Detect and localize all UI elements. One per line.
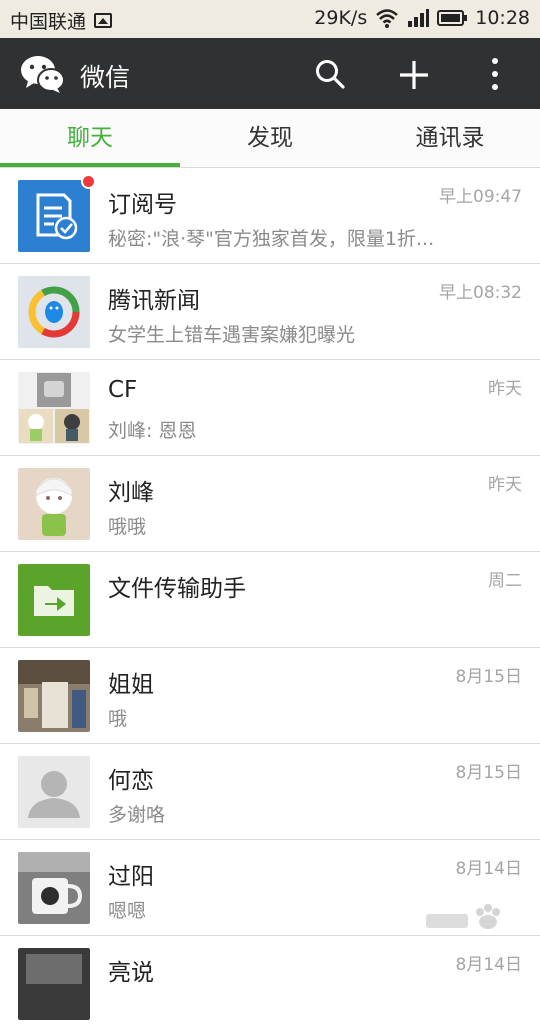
tab-chats[interactable]: 聊天 <box>0 109 180 167</box>
chat-row[interactable]: 订阅号 秘密:"浪·琴"官方独家首发，限量1折... 早上09:47 <box>0 168 540 264</box>
tab-bar: 聊天 发现 通讯录 <box>0 109 540 168</box>
chat-row[interactable]: 亮说 8月14日 <box>0 936 540 1032</box>
user-avatar <box>18 660 90 732</box>
search-icon[interactable] <box>314 58 346 90</box>
carrier-label: 中国联通 <box>10 11 87 33</box>
chat-row[interactable]: 刘峰 哦哦 昨天 <box>0 456 540 552</box>
chat-time: 8月14日 <box>455 859 522 879</box>
chat-preview: 哦哦 <box>108 516 147 538</box>
chat-preview: 女学生上错车遇害案嫌犯曝光 <box>108 324 356 346</box>
chat-time: 8月15日 <box>455 667 522 687</box>
plus-icon[interactable] <box>396 57 432 93</box>
group-avatar <box>18 372 90 444</box>
chat-preview: 秘密:"浪·琴"官方独家首发，限量1折... <box>108 228 435 250</box>
chat-name: 订阅号 <box>108 192 177 218</box>
battery-icon <box>437 10 468 26</box>
user-avatar <box>18 468 90 540</box>
user-avatar <box>18 948 90 1020</box>
chat-name: 何恋 <box>108 768 154 794</box>
chat-row[interactable]: 姐姐 哦 8月15日 <box>0 648 540 744</box>
tab-contacts[interactable]: 通讯录 <box>360 109 540 167</box>
app-title: 微信 <box>80 63 131 92</box>
subscription-account-icon <box>18 180 90 252</box>
chat-name: CF <box>108 377 138 403</box>
chat-preview: 刘峰: 恩恩 <box>108 420 197 442</box>
file-transfer-icon <box>18 564 90 636</box>
network-speed: 29K/s <box>314 7 368 29</box>
chat-row[interactable]: 何恋 多谢咯 8月15日 <box>0 744 540 840</box>
more-icon[interactable] <box>485 56 505 92</box>
tab-discover[interactable]: 发现 <box>180 109 360 167</box>
chat-preview: 多谢咯 <box>108 804 166 826</box>
chat-row[interactable]: 腾讯新闻 女学生上错车遇害案嫌犯曝光 早上08:32 <box>0 264 540 360</box>
chat-preview: 哦 <box>108 708 128 730</box>
chat-row[interactable]: CF 刘峰: 恩恩 昨天 <box>0 360 540 456</box>
image-notification-icon <box>94 13 113 28</box>
chat-name: 姐姐 <box>108 672 154 698</box>
chat-time: 8月15日 <box>455 763 522 783</box>
wechat-logo <box>21 56 65 93</box>
chat-time: 早上09:47 <box>439 187 522 207</box>
baidu-watermark-icon <box>426 904 500 929</box>
chat-time: 昨天 <box>488 475 522 495</box>
clock: 10:28 <box>475 7 530 29</box>
chat-name: 刘峰 <box>108 480 154 506</box>
chat-name: 过阳 <box>108 864 154 890</box>
chat-name: 腾讯新闻 <box>108 288 200 314</box>
default-avatar-icon <box>18 756 90 828</box>
chat-row[interactable]: 文件传输助手 周二 <box>0 552 540 648</box>
chat-time: 周二 <box>488 571 522 591</box>
chat-time: 昨天 <box>488 379 522 399</box>
chat-time: 8月14日 <box>455 955 522 975</box>
chat-name: 文件传输助手 <box>108 576 246 602</box>
chat-name: 亮说 <box>108 960 154 986</box>
app-header: 微信 <box>0 38 540 109</box>
wifi-icon <box>376 9 399 28</box>
active-tab-indicator <box>0 163 180 167</box>
chat-time: 早上08:32 <box>439 283 522 303</box>
status-bar: 中国联通 29K/s 10:28 <box>0 0 540 38</box>
user-avatar <box>18 852 90 924</box>
tencent-news-icon <box>18 276 90 348</box>
chat-preview: 嗯嗯 <box>108 900 147 922</box>
unread-dot <box>81 174 96 189</box>
signal-icon <box>408 9 430 27</box>
